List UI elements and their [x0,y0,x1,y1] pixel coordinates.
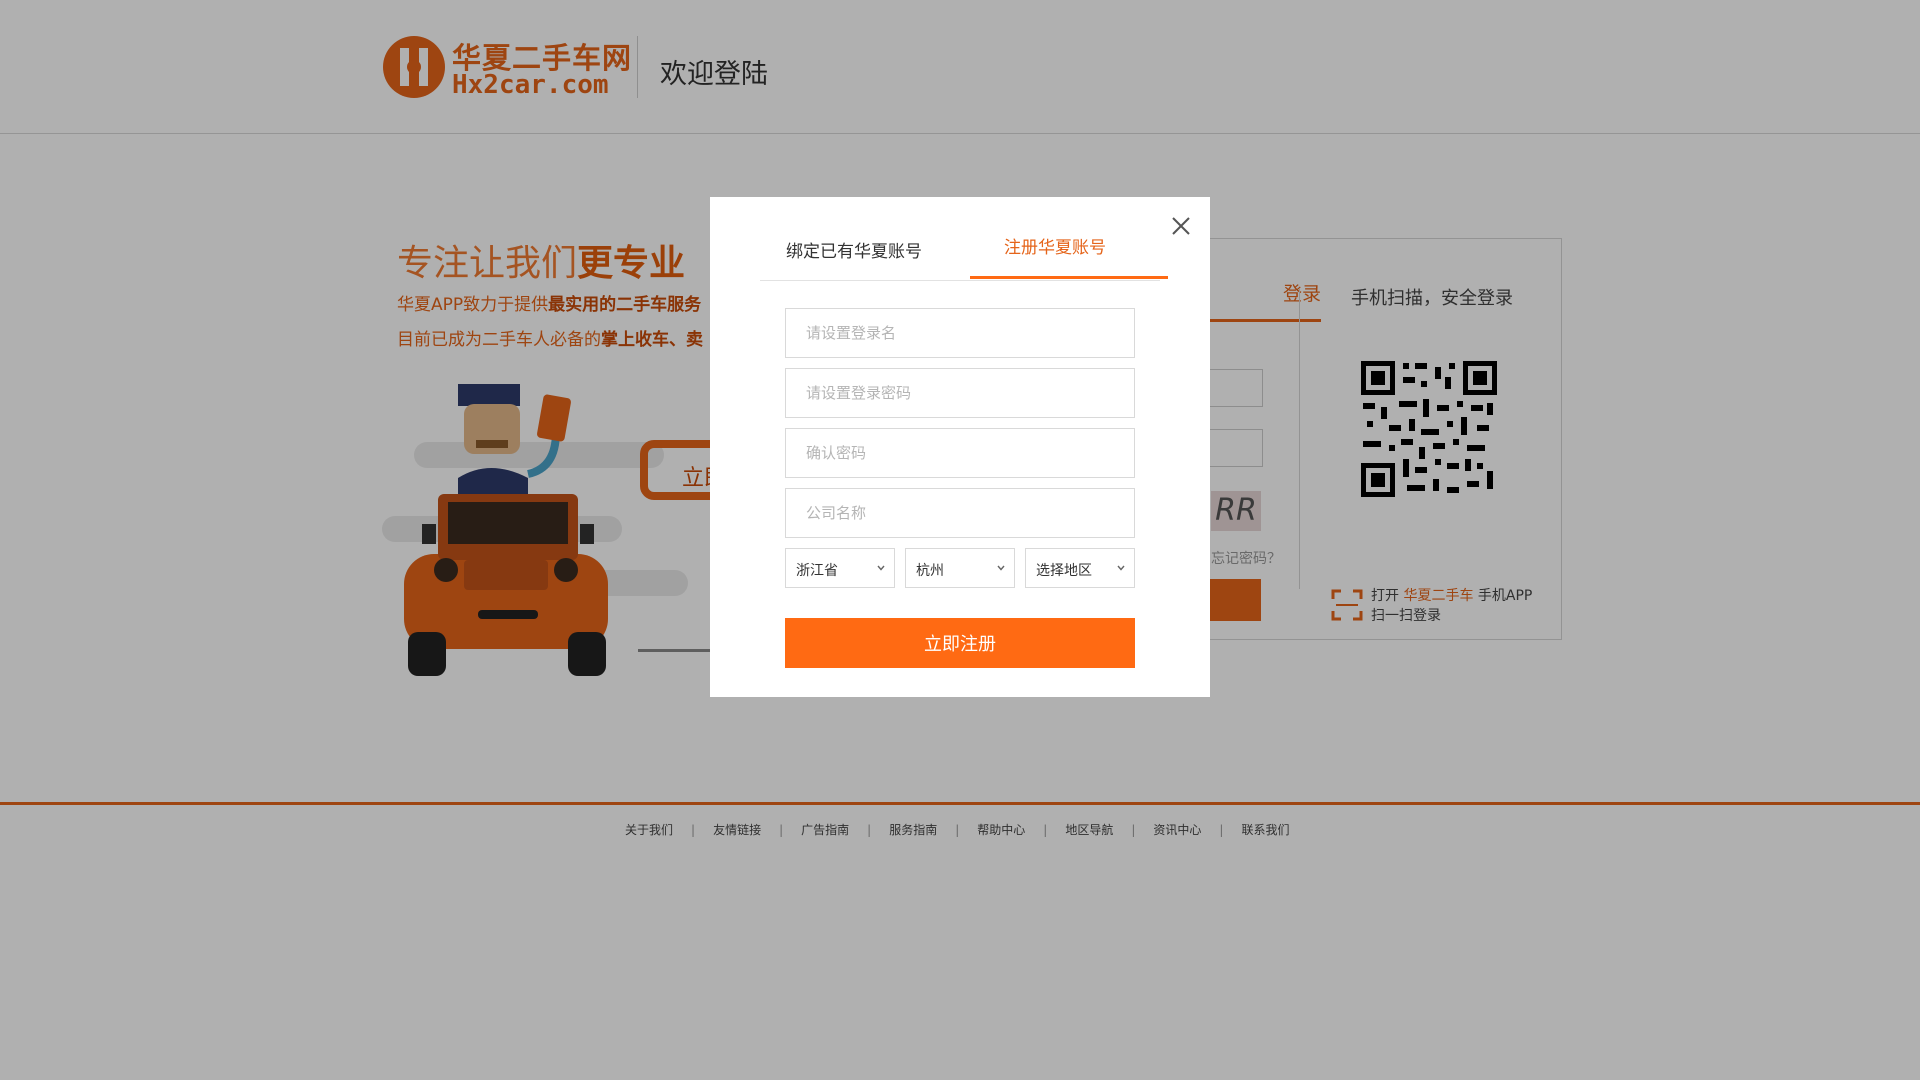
district-select[interactable]: 选择地区 [1025,548,1135,588]
tab-register-account[interactable]: 注册华夏账号 [1004,233,1106,258]
city-select-value: 杭州 [916,563,944,579]
register-submit-button[interactable]: 立即注册 [785,618,1135,668]
company-name-field[interactable] [785,488,1135,538]
chevron-down-icon [877,565,885,571]
province-select-value: 浙江省 [796,563,838,579]
region-selects: 浙江省 杭州 选择地区 [785,548,1135,588]
password-field[interactable] [785,368,1135,418]
chevron-down-icon [1117,565,1125,571]
password-input[interactable] [786,369,1134,417]
city-select[interactable]: 杭州 [905,548,1015,588]
company-name-input[interactable] [786,489,1134,537]
confirm-password-input[interactable] [786,429,1134,477]
tab-bind-account[interactable]: 绑定已有华夏账号 [786,237,922,262]
username-input[interactable] [786,309,1134,357]
active-tab-indicator [970,276,1168,279]
province-select[interactable]: 浙江省 [785,548,895,588]
register-modal: 绑定已有华夏账号 注册华夏账号 浙江省 杭州 选择地区 [710,197,1210,697]
chevron-down-icon [997,565,1005,571]
username-field[interactable] [785,308,1135,358]
modal-tabs: 绑定已有华夏账号 注册华夏账号 [760,197,1168,281]
close-icon[interactable] [1165,210,1197,242]
confirm-password-field[interactable] [785,428,1135,478]
page: 华夏二手车网 Hx2car.com 欢迎登陆 专注让我们更专业 华夏APP致力于… [0,0,1920,1083]
district-select-value: 选择地区 [1036,563,1092,579]
